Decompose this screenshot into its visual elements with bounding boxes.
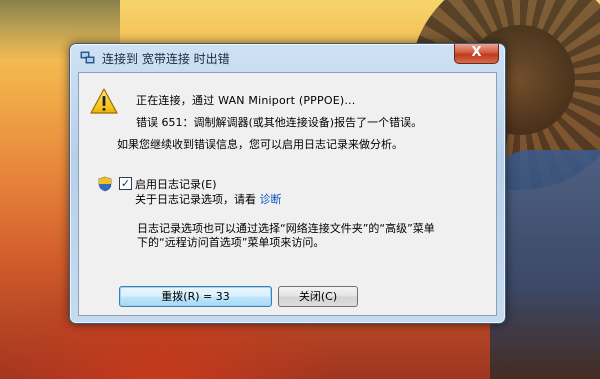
dialog-body: 正在连接，通过 WAN Miniport (PPPOE)... 错误 651：调… [78, 72, 497, 316]
dialog-title: 连接到 宽带连接 时出错 [102, 52, 230, 66]
uac-shield-icon [98, 176, 112, 192]
warning-icon [90, 88, 118, 114]
enable-logging-checkbox[interactable]: ✓ [119, 177, 132, 190]
note-line-2: 下的“远程访问首选项”菜单项来访问。 [137, 236, 325, 249]
logging-info: 关于日志记录选项，请看 诊断 [135, 191, 282, 207]
close-icon: X [471, 45, 482, 60]
network-connection-icon [80, 51, 95, 64]
redial-button-label: 重拨(R) = 33 [161, 290, 230, 303]
wallpaper-figure [490, 150, 600, 379]
connecting-message: 正在连接，通过 WAN Miniport (PPPOE)... [136, 94, 356, 107]
close-button-label: 关闭(C) [298, 290, 338, 303]
error-dialog: 连接到 宽带连接 时出错 X 正在连接，通过 WAN Miniport (PPP… [69, 43, 506, 324]
error-message: 错误 651：调制解调器(或其他连接设备)报告了一个错误。 [136, 116, 423, 129]
close-window-button[interactable]: X [454, 44, 499, 64]
close-button[interactable]: 关闭(C) [278, 286, 358, 307]
enable-logging-label[interactable]: 启用日志记录(E) [135, 176, 217, 192]
redial-button[interactable]: 重拨(R) = 33 [119, 286, 272, 307]
hint-message: 如果您继续收到错误信息，您可以启用日志记录来做分析。 [117, 138, 403, 151]
logging-info-text: 关于日志记录选项，请看 [135, 193, 256, 206]
diagnose-link[interactable]: 诊断 [260, 193, 282, 206]
title-bar[interactable]: 连接到 宽带连接 时出错 X [70, 44, 505, 72]
